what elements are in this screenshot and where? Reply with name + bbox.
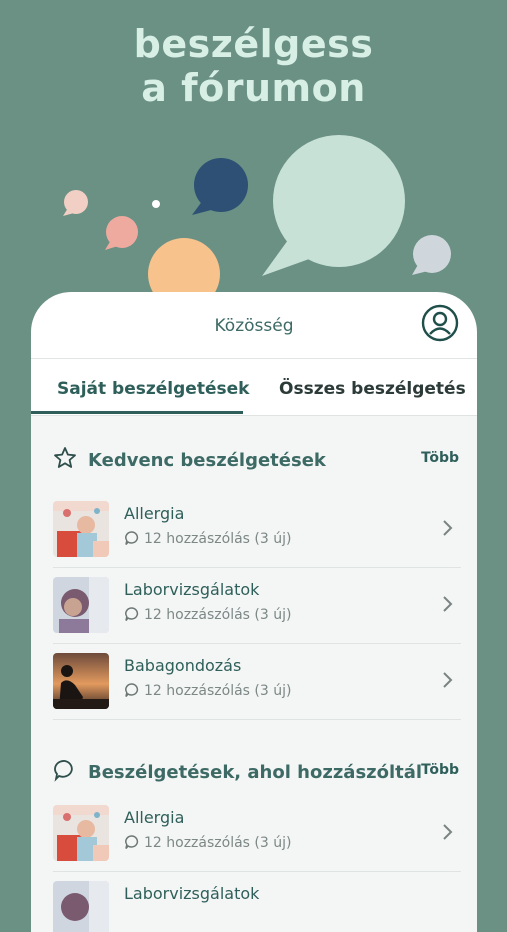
app-bar: Közösség	[31, 292, 477, 359]
thumbnail-allergy-image	[53, 501, 109, 557]
comment-icon	[125, 531, 139, 545]
chevron-right-icon	[443, 520, 453, 536]
chevron-right-icon	[443, 672, 453, 688]
list-item[interactable]: Laborvizsgálatok	[53, 872, 461, 932]
content-area: Kedvenc beszélgetések Több Allergia 12 h…	[31, 416, 477, 932]
section-favorites-more-link[interactable]: Több	[421, 450, 459, 466]
thumbnail-lab-tests-image	[53, 881, 109, 932]
section-favorites-title: Kedvenc beszélgetések	[88, 450, 326, 471]
tab-all-conversations[interactable]: Összes beszélgetés	[279, 379, 466, 399]
comment-icon	[125, 683, 139, 697]
star-icon	[54, 447, 76, 468]
section-commented-title: Beszélgetések, ahol hozzászóltál	[88, 762, 423, 783]
item-meta-text: 12 hozzászólás (3 új)	[144, 683, 292, 699]
list-item[interactable]: Laborvizsgálatok 12 hozzászólás (3 új)	[53, 568, 461, 644]
app-title: Közösség	[214, 316, 294, 336]
list-item[interactable]: Allergia 12 hozzászólás (3 új)	[53, 492, 461, 568]
dot-icon	[152, 200, 160, 208]
tab-own-conversations[interactable]: Saját beszélgetések	[57, 379, 249, 399]
speech-bubble-grey-icon	[412, 235, 451, 275]
item-title: Babagondozás	[124, 656, 242, 675]
item-meta-text: 12 hozzászólás (3 új)	[144, 531, 292, 547]
profile-icon[interactable]	[421, 304, 459, 342]
item-title: Allergia	[124, 504, 185, 523]
item-meta: 12 hozzászólás (3 új)	[124, 606, 291, 623]
item-meta: 12 hozzászólás (3 új)	[124, 530, 291, 547]
chevron-right-icon	[443, 824, 453, 840]
item-title: Allergia	[124, 808, 185, 827]
comment-icon	[125, 607, 139, 621]
headline: beszélgess a fórumon	[0, 22, 507, 110]
comment-icon	[125, 835, 139, 849]
list-item[interactable]: Babagondozás 12 hozzászólás (3 új)	[53, 644, 461, 720]
speech-bubble-navy-icon	[192, 158, 248, 215]
tab-bar: Saját beszélgetések Összes beszélgetés	[31, 359, 477, 416]
thumbnail-lab-tests-image	[53, 577, 109, 633]
item-meta-text: 12 hozzászólás (3 új)	[144, 607, 292, 623]
speech-bubble-large-icon	[262, 135, 405, 276]
thumbnail-baby-care-image	[53, 653, 109, 709]
item-meta-text: 12 hozzászólás (3 új)	[144, 835, 292, 851]
speech-bubble-pink-icon	[105, 216, 138, 250]
section-commented-header: Beszélgetések, ahol hozzászóltál Több	[31, 750, 477, 796]
chevron-right-icon	[443, 596, 453, 612]
section-commented-more-link[interactable]: Több	[421, 762, 459, 778]
thumbnail-allergy-image	[53, 805, 109, 861]
section-favorites-header: Kedvenc beszélgetések Több	[31, 416, 477, 492]
item-title: Laborvizsgálatok	[124, 580, 260, 599]
headline-line-1: beszélgess	[133, 22, 374, 66]
list-item[interactable]: Allergia 12 hozzászólás (3 új)	[53, 796, 461, 872]
speech-bubble-peach-small-icon	[63, 190, 88, 216]
headline-line-2: a fórumon	[141, 66, 366, 110]
item-title: Laborvizsgálatok	[124, 884, 260, 903]
comment-icon	[54, 760, 73, 782]
phone-screen: Közösség Saját beszélgetések Összes besz…	[31, 292, 477, 932]
active-tab-indicator	[31, 411, 243, 414]
item-meta: 12 hozzászólás (3 új)	[124, 682, 291, 699]
item-meta: 12 hozzászólás (3 új)	[124, 834, 291, 851]
